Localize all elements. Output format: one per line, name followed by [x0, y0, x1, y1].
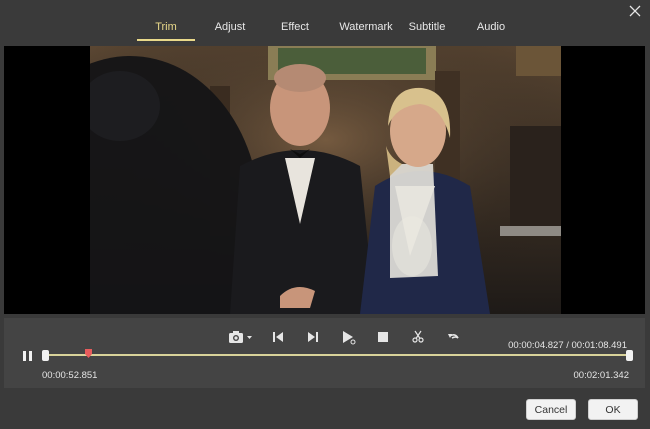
ok-button[interactable]: OK: [588, 399, 638, 420]
trim-end-handle[interactable]: [626, 350, 633, 361]
video-frame-image: [90, 46, 561, 314]
stop-icon[interactable]: [372, 328, 394, 346]
play-segment-icon[interactable]: [337, 328, 359, 346]
trim-start-time: 00:00:52.851: [42, 370, 98, 381]
current-time-display: 00:00:04.827 / 00:01:08.491: [508, 340, 627, 351]
tab-audio[interactable]: Audio: [463, 12, 519, 42]
tab-trim[interactable]: Trim: [137, 12, 195, 42]
previous-frame-icon[interactable]: [267, 328, 289, 346]
tabs: Trim Adjust Effect Watermark Subtitle Au…: [137, 12, 519, 42]
camera-icon[interactable]: [228, 328, 254, 346]
playhead-marker[interactable]: [85, 345, 92, 358]
next-frame-icon[interactable]: [302, 328, 324, 346]
tab-watermark[interactable]: Watermark: [333, 12, 399, 42]
cancel-button[interactable]: Cancel: [526, 399, 576, 420]
close-icon[interactable]: [628, 4, 642, 18]
playback-controls: 00:00:04.827 / 00:01:08.491 00:00:52.851…: [4, 318, 645, 388]
timeline-track[interactable]: [44, 354, 630, 356]
pause-icon[interactable]: [22, 349, 34, 361]
video-preview[interactable]: [4, 46, 645, 314]
trim-end-time: 00:02:01.342: [573, 370, 629, 381]
tab-bar: Trim Adjust Effect Watermark Subtitle Au…: [0, 0, 650, 44]
undo-icon[interactable]: [442, 328, 464, 346]
tab-adjust[interactable]: Adjust: [195, 12, 265, 42]
scissors-icon[interactable]: [407, 328, 429, 346]
tab-subtitle[interactable]: Subtitle: [399, 12, 455, 42]
tab-effect[interactable]: Effect: [265, 12, 325, 42]
control-toolbar: [228, 328, 477, 346]
trim-start-handle[interactable]: [42, 350, 49, 361]
dialog-footer: Cancel OK: [0, 388, 650, 429]
